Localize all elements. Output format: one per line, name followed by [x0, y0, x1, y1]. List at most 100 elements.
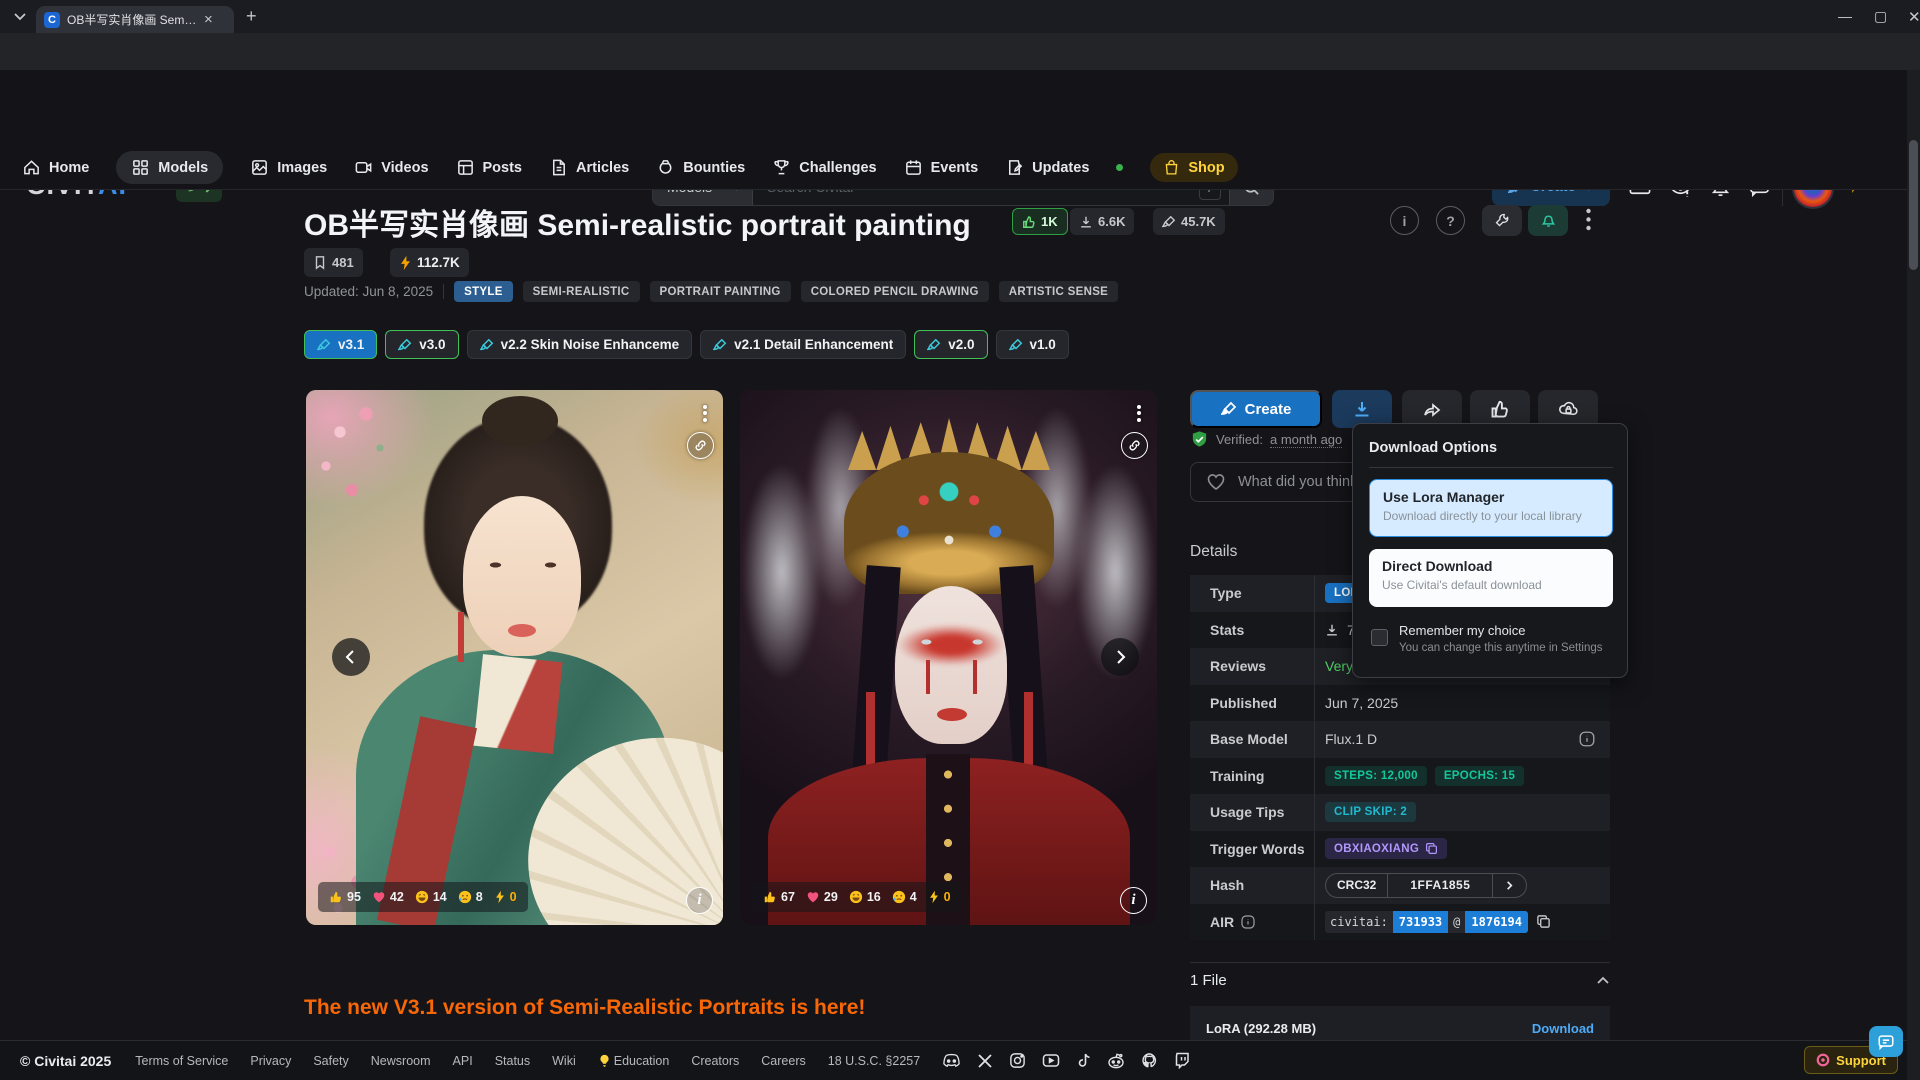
tiktok-icon[interactable] — [1076, 1052, 1091, 1069]
tag-chip[interactable]: PORTRAIT PAINTING — [650, 281, 791, 302]
footer-link-careers[interactable]: Careers — [761, 1054, 805, 1068]
image-info-button[interactable]: i — [686, 887, 713, 914]
footer-link-terms[interactable]: Terms of Service — [135, 1054, 228, 1068]
verified-time[interactable]: a month ago — [1270, 432, 1342, 448]
new-tab-icon[interactable]: + — [246, 7, 257, 25]
model-image-1[interactable]: 95 42 14 8 0 i — [306, 390, 723, 925]
copy-icon[interactable] — [1425, 842, 1438, 855]
nav-item-images[interactable]: Images — [250, 158, 327, 177]
downloads-badge[interactable]: 6.6K — [1070, 208, 1134, 235]
x-twitter-icon[interactable] — [977, 1053, 993, 1069]
nav-item-updates[interactable]: Updates — [1005, 158, 1089, 177]
likes-badge[interactable]: 1K — [1012, 208, 1068, 235]
nav-item-posts[interactable]: Posts — [456, 158, 523, 177]
bookmarks-badge[interactable]: 481 — [304, 248, 363, 277]
generations-badge[interactable]: 45.7K — [1153, 208, 1225, 235]
youtube-icon[interactable] — [1042, 1053, 1060, 1068]
model-image-2[interactable]: 67 29 16 4 0 i — [740, 390, 1157, 925]
tag-chip[interactable]: COLORED PENCIL DRAWING — [801, 281, 989, 302]
hash-pill[interactable]: CRC32 1FFA1855 — [1325, 873, 1527, 898]
trigger-word-badge[interactable]: OBXIAOXIANG — [1325, 838, 1447, 859]
air-identifier[interactable]: civitai: 731933 @ 1876194 — [1325, 911, 1528, 933]
air-info-icon[interactable] — [1240, 914, 1256, 930]
window-maximize-icon[interactable]: ▢ — [1874, 8, 1887, 25]
instagram-icon[interactable] — [1009, 1052, 1026, 1069]
reaction-heart[interactable]: 29 — [806, 890, 838, 904]
nav-item-events[interactable]: Events — [904, 158, 979, 177]
version-button-v3-1[interactable]: v3.1 — [304, 330, 377, 359]
chat-fab-button[interactable] — [1869, 1026, 1903, 1057]
file-section-header[interactable]: 1 File — [1190, 972, 1610, 989]
file-download-link[interactable]: Download — [1532, 1021, 1594, 1036]
footer-link-newsroom[interactable]: Newsroom — [371, 1054, 431, 1068]
nav-item-articles[interactable]: Articles — [549, 158, 629, 177]
carousel-prev-button[interactable] — [332, 638, 370, 676]
hash-expand-chevron-icon[interactable] — [1493, 874, 1526, 897]
option-use-lora-manager[interactable]: Use Lora Manager Download directly to yo… — [1369, 479, 1613, 537]
version-button-v1-0[interactable]: v1.0 — [996, 330, 1069, 359]
footer-link-education[interactable]: Education — [598, 1054, 670, 1068]
footer-link-api[interactable]: API — [453, 1054, 473, 1068]
sidebar-create-button[interactable]: Create — [1190, 390, 1322, 428]
option-direct-download[interactable]: Direct Download Use Civitai's default do… — [1369, 549, 1613, 607]
window-close-icon[interactable]: ✕ — [1908, 8, 1920, 26]
updates-icon — [1005, 158, 1024, 177]
version-button-v2-2[interactable]: v2.2 Skin Noise Enhanceme — [467, 330, 693, 359]
reaction-laugh[interactable]: 14 — [415, 890, 447, 904]
tab-close-icon[interactable]: × — [204, 12, 213, 27]
verified-row: Verified: a month ago — [1190, 430, 1342, 449]
energy-badge[interactable]: 112.7K — [390, 248, 469, 277]
github-icon[interactable] — [1141, 1052, 1158, 1069]
footer-link-wiki[interactable]: Wiki — [552, 1054, 576, 1068]
help-circle-icon[interactable]: ? — [1436, 206, 1465, 235]
carousel-next-button[interactable] — [1101, 638, 1139, 676]
nav-item-challenges[interactable]: Challenges — [772, 158, 876, 177]
details-title: Details — [1190, 543, 1237, 561]
image-menu-dots-icon[interactable] — [703, 402, 707, 424]
tab-search-chevron-icon[interactable] — [12, 8, 28, 24]
follow-bell-button[interactable] — [1528, 205, 1568, 236]
hash-value[interactable]: 1FFA1855 — [1387, 874, 1493, 897]
nav-item-shop[interactable]: Shop — [1150, 153, 1237, 182]
scrollbar-thumb[interactable] — [1909, 140, 1918, 270]
footer-link-creators[interactable]: Creators — [691, 1054, 739, 1068]
reaction-cry[interactable]: 4 — [892, 890, 917, 904]
nav-item-models[interactable]: Models — [116, 151, 223, 184]
browser-tab[interactable]: C OB半写实肖像画 Semi-realisti × — [36, 6, 234, 33]
nav-item-videos[interactable]: Videos — [354, 158, 428, 177]
chevron-up-icon[interactable] — [1596, 974, 1610, 988]
info-circle-icon[interactable]: i — [1390, 206, 1419, 235]
nav-item-bounties[interactable]: Bounties — [656, 158, 745, 177]
reddit-icon[interactable] — [1107, 1053, 1125, 1069]
version-button-v2-1[interactable]: v2.1 Detail Enhancement — [700, 330, 906, 359]
nav-item-home[interactable]: Home — [22, 158, 89, 177]
image-menu-dots-icon[interactable] — [1137, 402, 1141, 424]
reaction-heart[interactable]: 42 — [372, 890, 404, 904]
window-minimize-icon[interactable]: — — [1838, 8, 1852, 24]
reaction-like[interactable]: 95 — [329, 890, 361, 904]
footer-link-2257[interactable]: 18 U.S.C. §2257 — [828, 1054, 920, 1068]
version-button-v3-0[interactable]: v3.0 — [385, 330, 458, 359]
tag-chip[interactable]: ARTISTIC SENSE — [999, 281, 1118, 302]
reaction-like[interactable]: 67 — [763, 890, 795, 904]
more-options-dots-icon[interactable] — [1586, 208, 1591, 231]
twitch-icon[interactable] — [1174, 1052, 1190, 1069]
image-link-icon[interactable] — [687, 432, 714, 459]
base-model-info-icon[interactable] — [1578, 730, 1596, 748]
tag-chip[interactable]: SEMI-REALISTIC — [523, 281, 640, 302]
discord-icon[interactable] — [942, 1053, 961, 1069]
image-info-button[interactable]: i — [1120, 887, 1147, 914]
reaction-zap[interactable]: 0 — [928, 890, 951, 904]
footer-link-safety[interactable]: Safety — [313, 1054, 348, 1068]
reaction-zap[interactable]: 0 — [494, 890, 517, 904]
image-link-icon[interactable] — [1121, 432, 1148, 459]
copy-icon[interactable] — [1536, 914, 1551, 929]
footer-link-privacy[interactable]: Privacy — [250, 1054, 291, 1068]
remember-choice-checkbox[interactable] — [1371, 629, 1388, 646]
reaction-cry[interactable]: 8 — [458, 890, 483, 904]
version-button-v2-0[interactable]: v2.0 — [914, 330, 987, 359]
category-badge[interactable]: STYLE — [454, 281, 513, 302]
footer-link-status[interactable]: Status — [495, 1054, 530, 1068]
reaction-laugh[interactable]: 16 — [849, 890, 881, 904]
moderation-hammer-button[interactable] — [1482, 205, 1522, 236]
